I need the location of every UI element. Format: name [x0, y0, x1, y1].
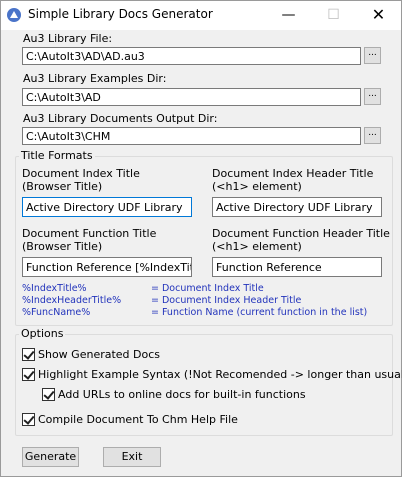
doc-index-header-sublabel: (<h1> element) — [212, 180, 302, 193]
doc-index-header-label: Document Index Header Title — [212, 167, 374, 180]
hint-key: %FuncName% — [22, 307, 91, 318]
hint-desc: = Document Index Title — [151, 283, 264, 294]
title-bar[interactable]: Simple Library Docs Generator — ☐ ✕ — [1, 1, 401, 30]
minimize-button[interactable]: — — [266, 1, 311, 30]
doc-index-title-label: Document Index Title — [22, 167, 140, 180]
doc-function-header-sublabel: (<h1> element) — [212, 240, 302, 253]
doc-function-title-input[interactable]: Function Reference [%IndexTitle% — [22, 257, 192, 277]
doc-index-title-input[interactable]: Active Directory UDF Library — [22, 197, 192, 217]
library-file-label: Au3 Library File: — [23, 32, 113, 45]
compile-chm-label[interactable]: Compile Document To Chm Help File — [38, 413, 238, 426]
doc-index-title-sublabel: (Browser Title) — [22, 180, 103, 193]
exit-button[interactable]: Exit — [103, 447, 161, 467]
add-urls-checkbox[interactable] — [42, 388, 55, 401]
highlight-syntax-label[interactable]: Highlight Example Syntax (!Not Recomende… — [38, 368, 402, 381]
title-formats-legend: Title Formats — [19, 149, 95, 162]
show-generated-docs-label[interactable]: Show Generated Docs — [38, 348, 160, 361]
hint-desc: = Function Name (current function in the… — [151, 307, 368, 318]
library-file-browse-button[interactable]: ... — [364, 47, 381, 64]
doc-function-header-label: Document Function Header Title — [212, 227, 390, 240]
examples-dir-input[interactable]: C:\AutoIt3\AD — [22, 88, 361, 106]
app-icon — [7, 8, 21, 22]
add-urls-label[interactable]: Add URLs to online docs for built-in fun… — [58, 388, 306, 401]
main-window: Simple Library Docs Generator — ☐ ✕ Au3 … — [0, 0, 402, 477]
output-dir-browse-button[interactable]: ... — [364, 127, 381, 144]
window-title: Simple Library Docs Generator — [28, 7, 213, 21]
output-dir-input[interactable]: C:\AutoIt3\CHM — [22, 127, 361, 145]
examples-dir-label: Au3 Library Examples Dir: — [23, 72, 167, 85]
doc-function-title-label: Document Function Title — [22, 227, 157, 240]
hint-desc: = Document Index Header Title — [151, 295, 302, 306]
compile-chm-checkbox[interactable] — [22, 413, 35, 426]
generate-button[interactable]: Generate — [22, 447, 79, 467]
maximize-button[interactable]: ☐ — [311, 1, 356, 30]
doc-function-title-sublabel: (Browser Title) — [22, 240, 103, 253]
examples-dir-browse-button[interactable]: ... — [364, 88, 381, 105]
hint-key: %IndexHeaderTitle% — [22, 295, 122, 306]
options-legend: Options — [19, 327, 66, 340]
output-dir-label: Au3 Library Documents Output Dir: — [23, 112, 218, 125]
doc-index-header-input[interactable]: Active Directory UDF Library — [212, 197, 382, 217]
close-button[interactable]: ✕ — [356, 1, 401, 30]
doc-function-header-input[interactable]: Function Reference — [212, 257, 382, 277]
show-generated-docs-checkbox[interactable] — [22, 348, 35, 361]
highlight-syntax-checkbox[interactable] — [22, 368, 35, 381]
hint-key: %IndexTitle% — [22, 283, 87, 294]
library-file-input[interactable]: C:\AutoIt3\AD\AD.au3 — [22, 47, 361, 65]
